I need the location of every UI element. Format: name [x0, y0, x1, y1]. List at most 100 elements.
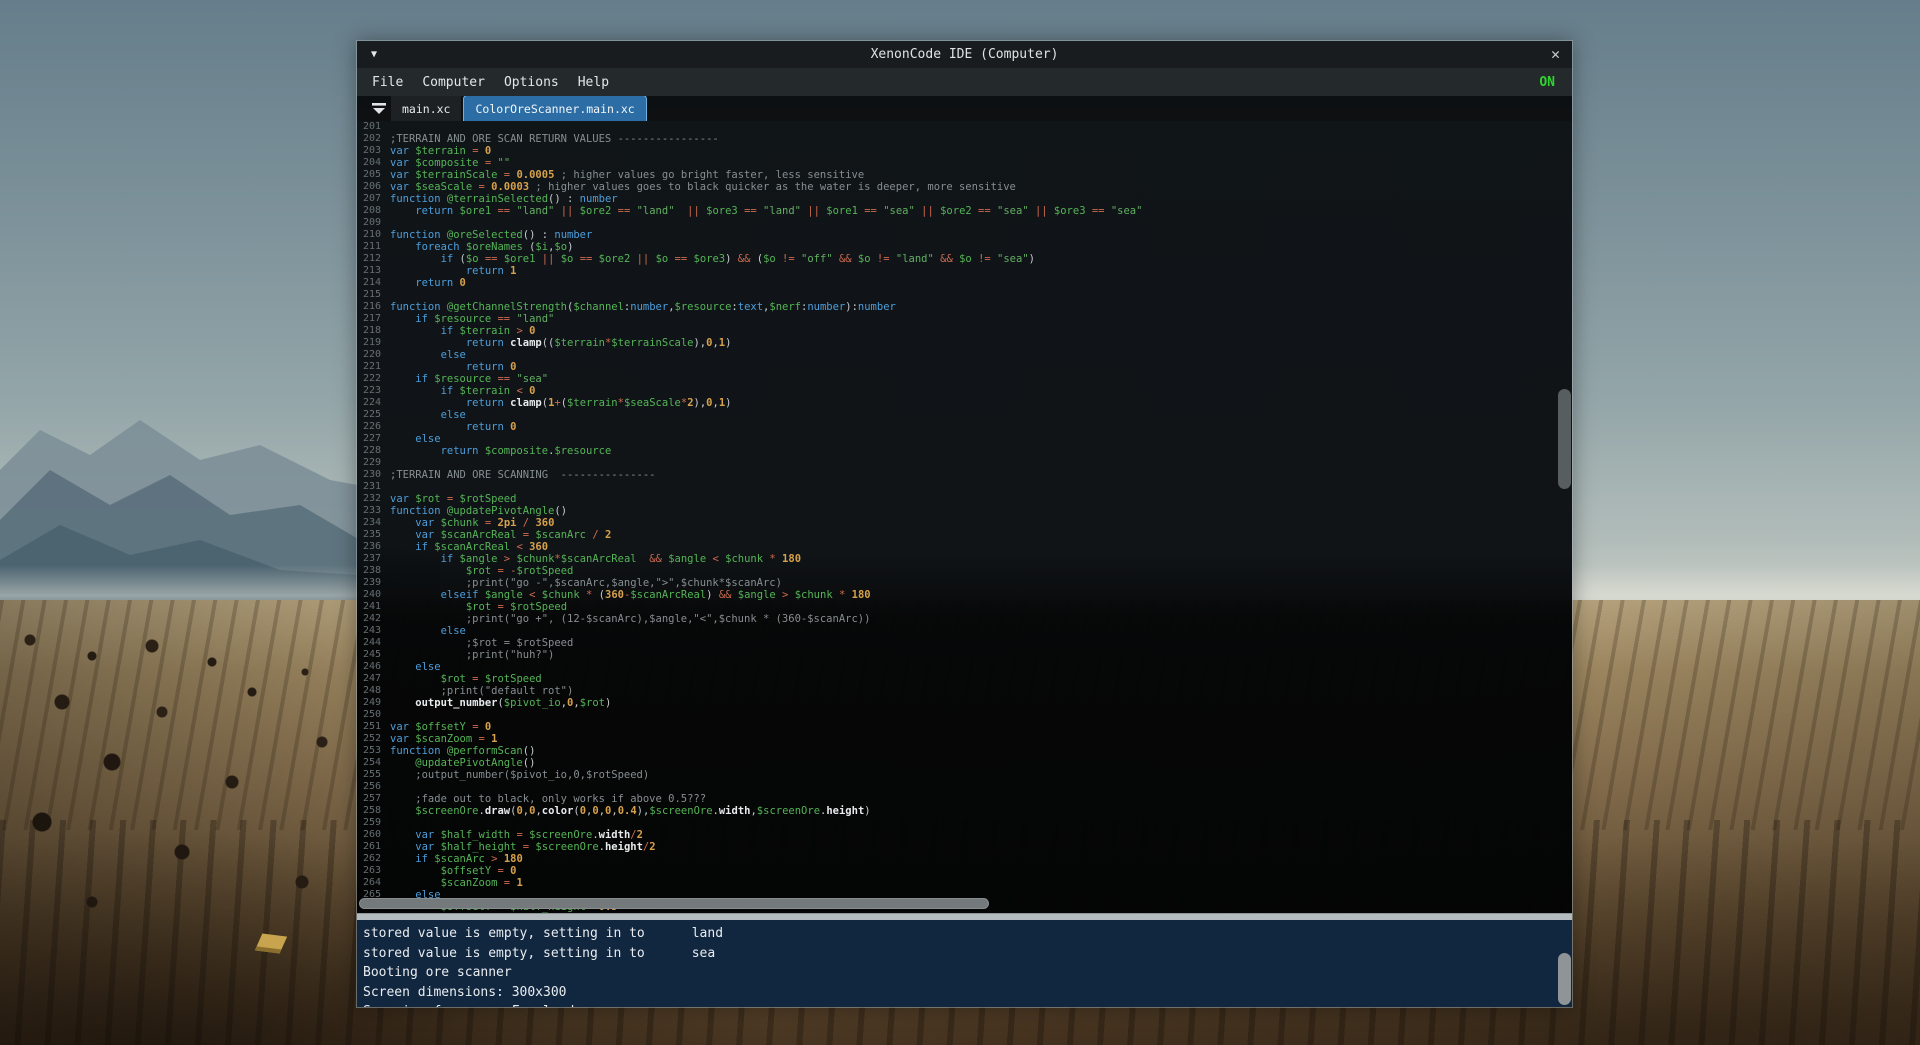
code-line[interactable]: 211 foreach $oreNames ($i,$o)	[357, 241, 1572, 253]
code-line[interactable]: 256	[357, 781, 1572, 793]
menu-file[interactable]: File	[369, 75, 406, 90]
tab-main.xc[interactable]: main.xc	[391, 96, 461, 121]
code-line[interactable]: 206var $seaScale = 0.0003 ; higher value…	[357, 181, 1572, 193]
code-line-text: if $terrain < 0	[390, 385, 535, 397]
code-line[interactable]: 223 if $terrain < 0	[357, 385, 1572, 397]
line-number: 247	[357, 673, 381, 685]
code-line-text: var $seaScale = 0.0003 ; higher values g…	[390, 181, 1016, 193]
code-line-text: var $terrain = 0	[390, 145, 491, 157]
code-line[interactable]: 201	[357, 121, 1572, 133]
code-line[interactable]: 232var $rot = $rotSpeed	[357, 493, 1572, 505]
code-line[interactable]: 214 return 0	[357, 277, 1572, 289]
code-line[interactable]: 226 return 0	[357, 421, 1572, 433]
code-line[interactable]: 224 return clamp(1+($terrain*$seaScale*2…	[357, 397, 1572, 409]
code-line[interactable]: 248 ;print("default rot")	[357, 685, 1572, 697]
code-line[interactable]: 229	[357, 457, 1572, 469]
code-line[interactable]: 244 ;$rot = $rotSpeed	[357, 637, 1572, 649]
line-number: 235	[357, 529, 381, 541]
code-line[interactable]: 231	[357, 481, 1572, 493]
line-number: 241	[357, 601, 381, 613]
menu-options[interactable]: Options	[501, 75, 562, 90]
code-line[interactable]: 249 output_number($pivot_io,0,$rot)	[357, 697, 1572, 709]
line-number: 258	[357, 805, 381, 817]
line-number: 254	[357, 757, 381, 769]
line-number: 201	[357, 121, 381, 133]
code-line[interactable]: 220 else	[357, 349, 1572, 361]
power-status-badge[interactable]: ON	[1539, 75, 1555, 90]
code-line[interactable]: 252var $scanZoom = 1	[357, 733, 1572, 745]
code-line[interactable]: 245 ;print("huh?")	[357, 649, 1572, 661]
code-line[interactable]: 208 return $ore1 == "land" || $ore2 == "…	[357, 205, 1572, 217]
code-line[interactable]: 258 $screenOre.draw(0,0,color(0,0,0,0.4)…	[357, 805, 1572, 817]
code-line[interactable]: 218 if $terrain > 0	[357, 325, 1572, 337]
editor-vertical-scrollbar[interactable]	[1558, 389, 1571, 489]
code-line[interactable]: 239 ;print("go -",$scanArc,$angle,">",$c…	[357, 577, 1572, 589]
code-line[interactable]: 217 if $resource == "land"	[357, 313, 1572, 325]
tab-ColorOreScanner.main.xc[interactable]: ColorOreScanner.main.xc	[464, 96, 645, 121]
menu-help[interactable]: Help	[575, 75, 612, 90]
code-line[interactable]: 250	[357, 709, 1572, 721]
code-line[interactable]: 243 else	[357, 625, 1572, 637]
code-editor[interactable]: 201202;TERRAIN AND ORE SCAN RETURN VALUE…	[357, 121, 1572, 913]
code-line[interactable]: 257 ;fade out to black, only works if ab…	[357, 793, 1572, 805]
code-line[interactable]: 234 var $chunk = 2pi / 360	[357, 517, 1572, 529]
code-line[interactable]: 260 var $half_width = $screenOre.width/2	[357, 829, 1572, 841]
editor-console-divider[interactable]	[357, 913, 1572, 920]
code-line[interactable]: 221 return 0	[357, 361, 1572, 373]
code-line[interactable]: 222 if $resource == "sea"	[357, 373, 1572, 385]
code-line[interactable]: 205var $terrainScale = 0.0005 ; higher v…	[357, 169, 1572, 181]
code-line[interactable]: 207function @terrainSelected() : number	[357, 193, 1572, 205]
line-number: 225	[357, 409, 381, 421]
code-line[interactable]: 259	[357, 817, 1572, 829]
code-line[interactable]: 230;TERRAIN AND ORE SCANNING -----------…	[357, 469, 1572, 481]
line-number: 223	[357, 385, 381, 397]
code-line[interactable]: 216function @getChannelStrength($channel…	[357, 301, 1572, 313]
code-line[interactable]: 212 if ($o == $ore1 || $o == $ore2 || $o…	[357, 253, 1572, 265]
code-line[interactable]: 213 return 1	[357, 265, 1572, 277]
line-number: 224	[357, 397, 381, 409]
line-number: 249	[357, 697, 381, 709]
code-line[interactable]: 263 $offsetY = 0	[357, 865, 1572, 877]
line-number: 219	[357, 337, 381, 349]
menu-computer[interactable]: Computer	[419, 75, 488, 90]
code-line[interactable]: 219 return clamp(($terrain*$terrainScale…	[357, 337, 1572, 349]
horizontal-scrollbar[interactable]	[359, 898, 989, 909]
close-icon[interactable]: ✕	[1551, 45, 1560, 63]
code-line[interactable]: 203var $terrain = 0	[357, 145, 1572, 157]
code-line[interactable]: 225 else	[357, 409, 1572, 421]
code-line-text: if $resource == "sea"	[390, 373, 548, 385]
code-line[interactable]: 202;TERRAIN AND ORE SCAN RETURN VALUES -…	[357, 133, 1572, 145]
collapse-all-icon[interactable]	[368, 96, 390, 121]
line-number: 216	[357, 301, 381, 313]
code-line[interactable]: 204var $composite = ""	[357, 157, 1572, 169]
code-line-text: var $composite = ""	[390, 157, 510, 169]
code-line[interactable]: 238 $rot = -$rotSpeed	[357, 565, 1572, 577]
code-line[interactable]: 247 $rot = $rotSpeed	[357, 673, 1572, 685]
line-number: 214	[357, 277, 381, 289]
code-line[interactable]: 262 if $scanArc > 180	[357, 853, 1572, 865]
code-line[interactable]: 210function @oreSelected() : number	[357, 229, 1572, 241]
code-line[interactable]: 264 $scanZoom = 1	[357, 877, 1572, 889]
code-line[interactable]: 215	[357, 289, 1572, 301]
code-line[interactable]: 255 ;output_number($pivot_io,0,$rotSpeed…	[357, 769, 1572, 781]
console-vertical-scrollbar[interactable]	[1558, 953, 1571, 1005]
code-line[interactable]: 240 elseif $angle < $chunk * (360-$scanA…	[357, 589, 1572, 601]
line-number: 234	[357, 517, 381, 529]
code-line[interactable]: 227 else	[357, 433, 1572, 445]
code-line[interactable]: 261 var $half_height = $screenOre.height…	[357, 841, 1572, 853]
code-line-text: elseif $angle < $chunk * (360-$scanArcRe…	[390, 589, 871, 601]
code-line[interactable]: 241 $rot = $rotSpeed	[357, 601, 1572, 613]
line-number: 252	[357, 733, 381, 745]
code-line[interactable]: 242 ;print("go +", (12-$scanArc),$angle,…	[357, 613, 1572, 625]
code-line[interactable]: 251var $offsetY = 0	[357, 721, 1572, 733]
code-line[interactable]: 235 var $scanArcReal = $scanArc / 2	[357, 529, 1572, 541]
code-line[interactable]: 233function @updatePivotAngle()	[357, 505, 1572, 517]
line-number: 229	[357, 457, 381, 469]
code-line[interactable]: 209	[357, 217, 1572, 229]
code-line[interactable]: 237 if $angle > $chunk*$scanArcReal && $…	[357, 553, 1572, 565]
code-line[interactable]: 236 if $scanArcReal < 360	[357, 541, 1572, 553]
code-line[interactable]: 254 @updatePivotAngle()	[357, 757, 1572, 769]
code-line[interactable]: 228 return $composite.$resource	[357, 445, 1572, 457]
code-line[interactable]: 253function @performScan()	[357, 745, 1572, 757]
code-line[interactable]: 246 else	[357, 661, 1572, 673]
